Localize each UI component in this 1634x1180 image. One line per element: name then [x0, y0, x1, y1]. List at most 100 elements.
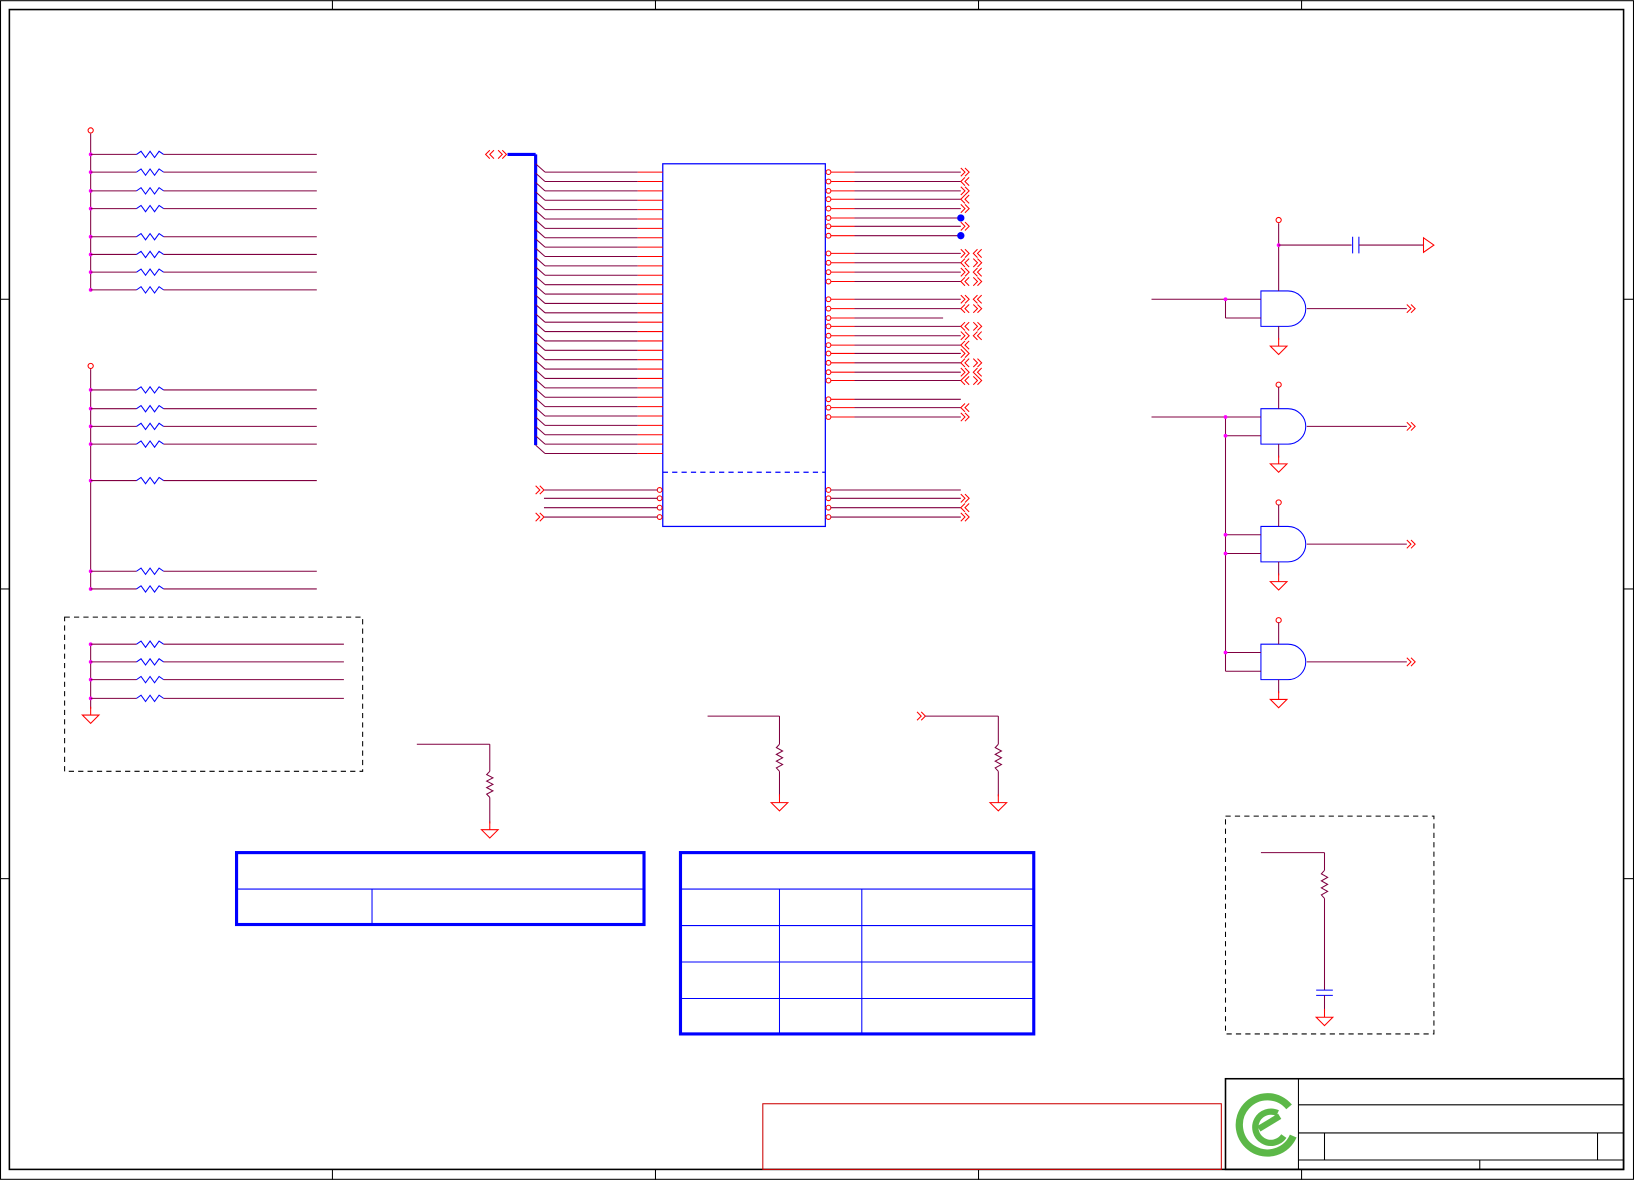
- pin-bubble: [825, 315, 832, 321]
- offpage-connector-icon: [960, 258, 970, 268]
- offpage-connector-icon: [972, 376, 983, 386]
- offpage-connector-icon: [960, 194, 970, 204]
- offpage-connector-icon: [960, 204, 970, 214]
- pin-bubble: [656, 514, 663, 520]
- resistor-icon: [994, 743, 1003, 772]
- junction-dot: [957, 232, 965, 240]
- offpage-connector-icon: [972, 367, 983, 377]
- offpage-connector-icon: [960, 340, 970, 350]
- power-pin-icon: [1275, 216, 1282, 224]
- ground-icon: [1314, 1008, 1335, 1027]
- offpage-connector-icon: [916, 711, 927, 721]
- offpage-connector-icon: [960, 248, 970, 258]
- pin-bubble: [825, 187, 832, 194]
- pin-bubble: [825, 414, 832, 420]
- pin-bubble: [825, 350, 832, 357]
- offpage-connector-icon: [1406, 539, 1416, 549]
- capacitor-icon: [1316, 989, 1333, 996]
- ic-chip: [662, 163, 826, 528]
- pin-bubble: [825, 369, 832, 376]
- resistor-icon: [136, 657, 164, 666]
- offpage-connector-icon: [960, 167, 970, 177]
- power-pin-icon: [87, 127, 94, 134]
- offpage-connector-icon: [960, 304, 970, 314]
- junction-dot: [1223, 532, 1228, 537]
- pin-bubble: [656, 487, 663, 493]
- pin-bubble: [825, 359, 832, 366]
- ground-icon: [480, 821, 500, 839]
- and-gate-icon: [1260, 643, 1307, 681]
- offpage-connector-icon: [484, 149, 495, 159]
- pin-bubble: [825, 514, 832, 520]
- ground-icon: [1269, 573, 1289, 591]
- pin-bubble: [825, 404, 832, 411]
- offpage-connector-icon: [960, 294, 970, 304]
- resistor-icon: [1320, 869, 1329, 899]
- schematic-sheet: [0, 0, 1634, 1180]
- resistor-icon: [136, 250, 164, 259]
- and-gate-icon: [1260, 525, 1307, 563]
- junction-dot: [1223, 297, 1228, 302]
- resistor-icon: [775, 743, 784, 772]
- resistor-icon: [136, 204, 164, 213]
- offpage-connector-icon: [960, 348, 970, 358]
- pin-bubble: [825, 342, 832, 349]
- pin-bubble: [825, 232, 832, 239]
- offpage-connector-icon: [972, 248, 983, 258]
- offpage-connector-icon: [497, 149, 508, 159]
- junction-dot: [1223, 551, 1228, 556]
- pin-bubble: [656, 504, 663, 511]
- resistor-icon: [136, 440, 164, 449]
- resistor-icon: [136, 640, 164, 649]
- pin-bubble: [825, 305, 832, 312]
- pin-bubble: [825, 169, 832, 176]
- offpage-connector-icon: [960, 367, 970, 377]
- table-2: [678, 851, 1036, 1036]
- junction-dot: [957, 214, 965, 222]
- resistor-icon: [485, 770, 495, 798]
- resistor-icon: [136, 567, 164, 576]
- pin-bubble: [825, 269, 832, 276]
- bus-entry: [535, 444, 546, 454]
- pin-bubble: [825, 250, 832, 257]
- ground-icon: [988, 794, 1008, 812]
- offpage-connector-icon: [960, 512, 970, 522]
- offpage-connector-icon: [972, 321, 983, 331]
- resistor-icon: [136, 404, 164, 413]
- offpage-connector-icon: [960, 412, 970, 422]
- and-gate-icon: [1260, 408, 1307, 445]
- and-gate-icon: [1260, 290, 1307, 327]
- offpage-connector-icon: [960, 186, 970, 196]
- offpage-connector-icon: [960, 176, 970, 187]
- power-port-icon: [1422, 236, 1435, 254]
- resistor-icon: [136, 694, 164, 703]
- pin-bubble: [825, 377, 832, 384]
- capacitor-icon: [1352, 236, 1360, 254]
- resistor-icon: [136, 232, 164, 241]
- junction-dot: [1223, 415, 1228, 419]
- dashed-group-box: [64, 616, 364, 772]
- ground-icon: [81, 706, 101, 725]
- offpage-connector-icon: [960, 376, 970, 386]
- power-pin-icon: [1275, 617, 1282, 624]
- offpage-connector-icon: [972, 294, 983, 304]
- pin-bubble: [825, 196, 832, 203]
- resistor-icon: [136, 150, 164, 159]
- pin-bubble: [825, 396, 832, 403]
- offpage-connector-icon: [972, 267, 983, 277]
- junction-dot: [1223, 650, 1228, 655]
- offpage-connector-icon: [972, 358, 983, 368]
- sheet-border-inner: [8, 8, 1625, 1171]
- offpage-connector-icon: [960, 403, 970, 413]
- pin-bubble: [825, 495, 832, 502]
- offpage-connector-icon: [960, 221, 970, 231]
- offpage-connector-icon: [960, 358, 970, 368]
- resistor-icon: [136, 422, 164, 431]
- pin-bubble: [825, 323, 832, 330]
- power-pin-icon: [87, 362, 94, 370]
- title-block: [1224, 1077, 1625, 1171]
- junction-dot: [1223, 433, 1228, 438]
- resistor-icon: [136, 675, 164, 684]
- offpage-connector-icon: [960, 267, 970, 277]
- resistor-icon: [136, 584, 164, 593]
